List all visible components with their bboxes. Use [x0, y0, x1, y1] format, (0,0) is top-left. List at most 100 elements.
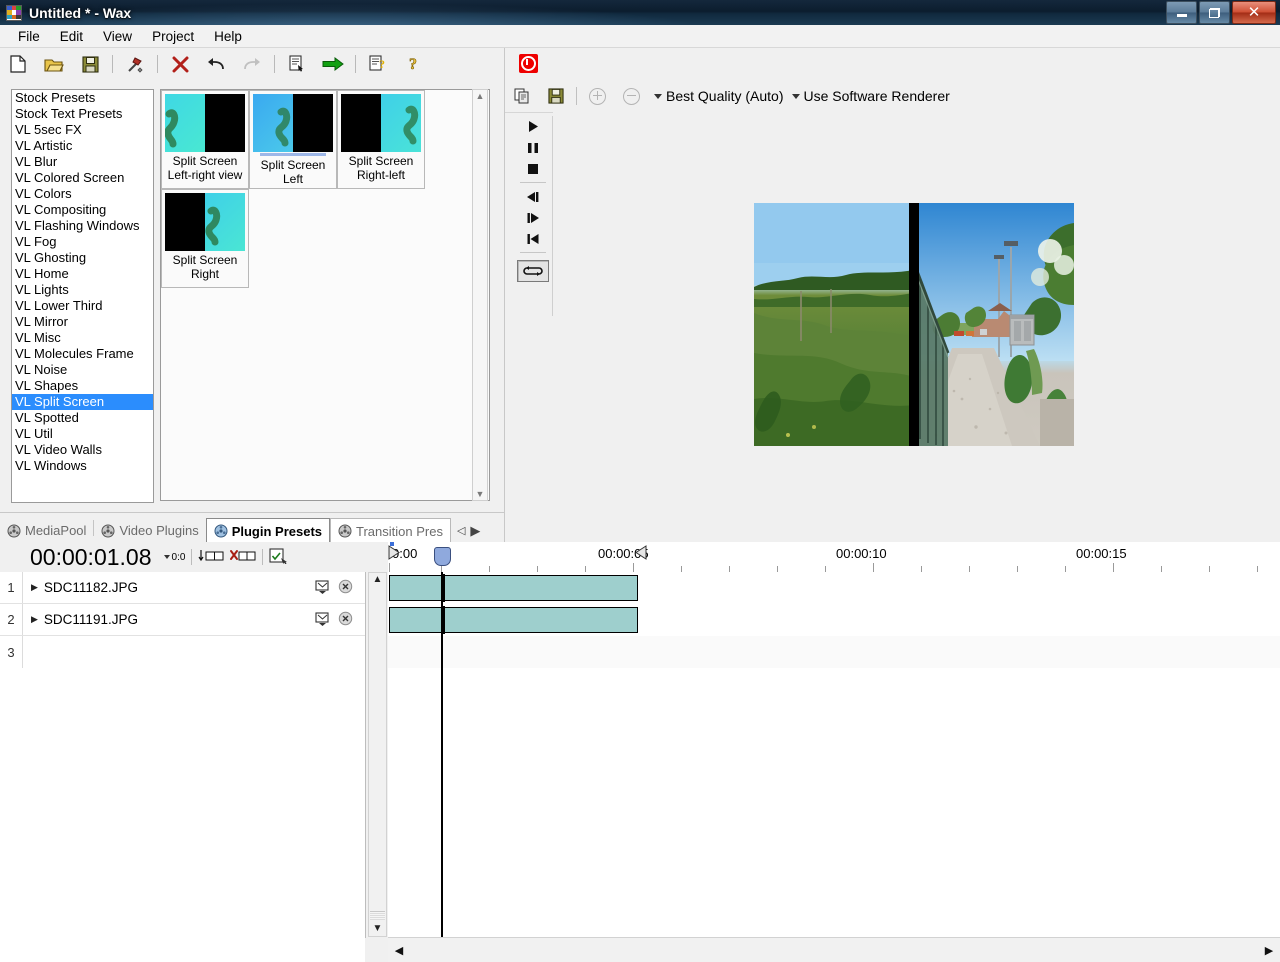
zoom-in-button[interactable] [580, 83, 614, 109]
timeline-ruler[interactable]: 0:00 00:00:05 00:00:10 00:00:15 [388, 542, 1280, 573]
stop-button[interactable] [518, 158, 548, 179]
scroll-up-icon[interactable]: ▲ [373, 573, 383, 587]
menu-item-project[interactable]: Project [142, 27, 204, 46]
timeline-horizontal-scrollbar[interactable]: ◀ ▶ [388, 937, 1280, 962]
current-timecode[interactable]: 00:00:01.08 [30, 544, 152, 571]
timeline-clip[interactable] [389, 574, 638, 602]
preset-category-item[interactable]: VL Home [12, 266, 153, 282]
maximize-restore-button[interactable] [1199, 1, 1230, 24]
tab-transition-presets[interactable]: Transition Pres [330, 518, 451, 543]
preset-category-item[interactable]: VL Flashing Windows [12, 218, 153, 234]
preset-category-item[interactable]: VL Lower Third [12, 298, 153, 314]
tab-mediapool[interactable]: MediaPool [0, 518, 93, 543]
preset-category-item[interactable]: VL Video Walls [12, 442, 153, 458]
track-expand-icon[interactable]: ▶ [31, 614, 38, 625]
scroll-down-icon[interactable]: ▼ [476, 488, 485, 500]
playhead-handle[interactable] [434, 547, 451, 566]
track-enable-icon[interactable] [315, 579, 330, 597]
render-button[interactable] [315, 50, 351, 78]
close-button[interactable]: ✕ [1232, 1, 1276, 24]
renderer-dropdown-caret-icon[interactable] [791, 93, 800, 99]
preset-category-item[interactable]: VL Windows [12, 458, 153, 474]
help-button[interactable]: ? [396, 50, 432, 78]
project-start-marker-icon[interactable] [388, 545, 400, 563]
menu-item-view[interactable]: View [93, 27, 142, 46]
preset-category-item[interactable]: VL Spotted [12, 410, 153, 426]
copy-frame-button[interactable] [505, 83, 539, 109]
minimize-button[interactable] [1166, 1, 1197, 24]
scroll-left-icon[interactable]: ◀ [388, 944, 410, 957]
presets-vertical-scrollbar[interactable]: ▲ ▼ [472, 89, 488, 501]
preset-thumbnail[interactable]: Split Screen Left-right view [161, 90, 249, 189]
renderer-dropdown-label[interactable]: Use Software Renderer [804, 88, 950, 104]
preset-category-item[interactable]: VL 5sec FX [12, 122, 153, 138]
tab-plugin-presets[interactable]: Plugin Presets [205, 518, 331, 543]
loop-toggle-button[interactable] [517, 260, 549, 282]
step-forward-button[interactable] [518, 207, 548, 228]
track-expand-icon[interactable]: ▶ [31, 582, 38, 593]
timeline-vertical-scrollbar[interactable]: ▲ ▼ [368, 572, 387, 937]
quality-dropdown-caret-icon[interactable] [654, 93, 662, 99]
project-end-marker-icon[interactable] [635, 545, 647, 563]
preset-category-item[interactable]: Stock Presets [12, 90, 153, 106]
preset-category-item[interactable]: VL Lights [12, 282, 153, 298]
preset-category-list[interactable]: Stock Presets Stock Text Presets VL 5sec… [11, 89, 154, 503]
preset-category-item[interactable]: VL Compositing [12, 202, 153, 218]
timeline-clip[interactable] [389, 606, 638, 634]
preset-category-item[interactable]: VL Mirror [12, 314, 153, 330]
timeline-canvas[interactable] [388, 572, 1280, 937]
new-project-button[interactable] [0, 50, 36, 78]
tab-scroll-prev-icon[interactable]: ◁ [457, 524, 465, 537]
preset-category-item[interactable]: VL Molecules Frame [12, 346, 153, 362]
preset-category-item[interactable]: VL Misc [12, 330, 153, 346]
track-enable-icon[interactable] [315, 611, 330, 629]
track-close-icon[interactable] [338, 611, 353, 629]
track-name[interactable]: SDC11191.JPG [44, 612, 138, 627]
zoom-out-button[interactable] [614, 83, 648, 109]
preset-thumbnail[interactable]: Split Screen Right [161, 189, 249, 288]
preset-category-item[interactable]: VL Colors [12, 186, 153, 202]
preset-thumbnail-grid[interactable]: Split Screen Left-right view Split Scree… [160, 89, 490, 501]
preset-category-item[interactable]: VL Artistic [12, 138, 153, 154]
save-frame-button[interactable] [539, 83, 573, 109]
quality-dropdown-label[interactable]: Best Quality (Auto) [666, 88, 784, 104]
track-header[interactable]: 2 ▶ SDC11191.JPG [0, 604, 365, 636]
timeline-track-row[interactable] [388, 572, 1280, 604]
menu-item-file[interactable]: File [8, 27, 50, 46]
track-name[interactable]: SDC11182.JPG [44, 580, 138, 595]
preset-category-item[interactable]: VL Ghosting [12, 250, 153, 266]
undo-button[interactable] [198, 50, 234, 78]
pause-button[interactable] [518, 137, 548, 158]
menu-item-edit[interactable]: Edit [50, 27, 93, 46]
step-back-button[interactable] [518, 186, 548, 207]
go-to-start-button[interactable] [518, 228, 548, 249]
tab-scroll-next-icon[interactable]: ▶ [470, 523, 480, 539]
timeline-track-row[interactable] [388, 604, 1280, 636]
track-header[interactable]: 1 ▶ SDC11182.JPG [0, 572, 365, 604]
preset-category-item[interactable]: VL Fog [12, 234, 153, 250]
open-project-button[interactable] [36, 50, 72, 78]
stop-render-button[interactable] [519, 54, 538, 73]
build-movie-button[interactable] [117, 50, 153, 78]
play-button[interactable] [518, 116, 548, 137]
delete-track-button[interactable] [230, 549, 256, 566]
tab-video-plugins[interactable]: Video Plugins [94, 518, 205, 543]
insert-track-button[interactable] [198, 549, 224, 566]
scroll-right-icon[interactable]: ▶ [1258, 944, 1280, 957]
preset-category-item[interactable]: VL Colored Screen [12, 170, 153, 186]
preset-category-item[interactable]: VL Noise [12, 362, 153, 378]
delete-button[interactable] [162, 50, 198, 78]
playhead-line[interactable] [441, 572, 443, 937]
timeline-track-row-empty[interactable] [388, 636, 1280, 668]
preset-category-item-selected[interactable]: VL Split Screen [12, 394, 153, 410]
track-properties-button[interactable] [269, 547, 291, 567]
redo-button[interactable] [234, 50, 270, 78]
preset-thumbnail[interactable]: Split Screen Right-left [337, 90, 425, 189]
save-project-button[interactable] [72, 50, 108, 78]
properties-button[interactable] [279, 50, 315, 78]
preset-category-item[interactable]: VL Util [12, 426, 153, 442]
preset-category-item[interactable]: Stock Text Presets [12, 106, 153, 122]
preset-category-item[interactable]: VL Shapes [12, 378, 153, 394]
track-header-empty[interactable]: 3 [0, 636, 365, 668]
zoom-level-dropdown[interactable]: 0:0 [163, 552, 185, 563]
